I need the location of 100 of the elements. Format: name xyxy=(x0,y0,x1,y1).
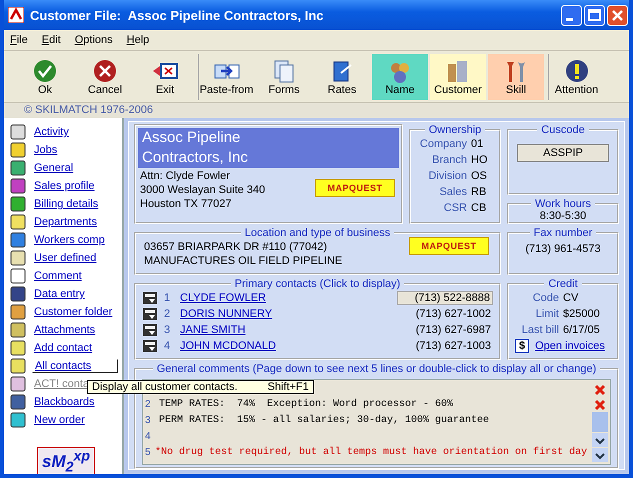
sidebar-link[interactable]: Departments xyxy=(32,216,99,228)
comment-line: *No drug test required, but all temps must have orientation on first day xyxy=(155,446,588,458)
menu-item[interactable]: Options xyxy=(74,34,113,46)
shortcut-text: Shift+F1 xyxy=(268,381,309,393)
field-label: Sales xyxy=(438,185,467,200)
sidebar-link[interactable]: Jobs xyxy=(32,144,60,156)
sidebar-icon xyxy=(10,412,26,428)
scroll-down-icon[interactable] xyxy=(592,432,608,447)
page-down-icon[interactable] xyxy=(592,448,608,462)
contact-card-icon[interactable] xyxy=(142,339,158,353)
sidebar-link[interactable]: Customer folder xyxy=(32,306,114,318)
comment-line: TEMP RATES: 74% Exception: Word processor - 60% xyxy=(159,398,454,410)
toolbar-button[interactable]: Cancel xyxy=(76,54,134,100)
toolbar-button[interactable]: Ok xyxy=(16,54,74,100)
line-number: 4 xyxy=(145,430,152,442)
sidebar-link[interactable]: Activity xyxy=(32,126,71,138)
toolbar-button[interactable]: Skill xyxy=(488,54,544,100)
copyright-text: © SKILMATCH 1976-2006 xyxy=(24,104,153,116)
maximize-button[interactable] xyxy=(584,4,605,26)
field-label: Last bill xyxy=(520,323,559,338)
toolbar-button[interactable]: Customer xyxy=(430,54,486,100)
contact-link[interactable]: CLYDE FOWLER xyxy=(180,292,391,304)
sidebar-link[interactable]: Add contact xyxy=(32,342,94,354)
panel-title: Ownership xyxy=(428,124,482,136)
sidebar-link[interactable]: Billing details xyxy=(32,198,100,210)
contact-number: 4 xyxy=(164,340,172,352)
contact-link[interactable]: JOHN MCDONALD xyxy=(180,340,393,352)
field-label: Division xyxy=(427,169,467,184)
menu-item[interactable]: File xyxy=(10,34,28,46)
sidebar-link[interactable]: New order xyxy=(32,414,87,426)
invoice-icon[interactable]: $ xyxy=(515,339,530,353)
field-value: OS xyxy=(471,169,488,184)
fax-value: (713) 961-4573 xyxy=(524,243,602,255)
contact-card-icon[interactable] xyxy=(142,323,158,337)
sidebar-link[interactable]: Blackboards xyxy=(32,396,97,408)
app-icon xyxy=(8,7,24,23)
line-number: 2 xyxy=(145,398,152,410)
sidebar-icon xyxy=(10,196,26,212)
line-number: 3 xyxy=(145,414,152,426)
sidebar-link[interactable]: Workers comp xyxy=(32,234,107,246)
panel-title: Primary contacts (Click to display) xyxy=(234,278,402,290)
address-line: Houston TX 77027 xyxy=(140,197,233,211)
window-title: Customer File: Assoc Pipeline Contractors, Inc xyxy=(30,8,325,22)
sidebar-icon xyxy=(10,340,26,356)
contact-link[interactable]: DORIS NUNNERY xyxy=(180,308,393,320)
toolbar-button[interactable]: Name xyxy=(372,54,428,100)
toolbar-button[interactable]: Paste-from xyxy=(198,54,254,100)
sidebar-icon xyxy=(10,286,26,302)
sidebar-link[interactable]: User defined xyxy=(32,252,98,264)
toolbar-button[interactable]: Exit xyxy=(136,54,194,100)
contact-number: 1 xyxy=(164,292,172,304)
panel-title: Cuscode xyxy=(540,124,586,136)
sidebar-link[interactable]: Comment xyxy=(32,270,84,282)
sidebar-icon xyxy=(10,250,26,266)
check-icon xyxy=(32,58,58,84)
panel-title: General comments (Page down to see next 5 lines or double-click to display all or change) xyxy=(156,363,598,375)
delete-icon[interactable] xyxy=(592,382,608,396)
contact-number: 3 xyxy=(164,324,172,336)
minimize-button[interactable] xyxy=(561,4,582,26)
sidebar-link[interactable]: General xyxy=(32,162,76,174)
close-button[interactable] xyxy=(607,4,628,26)
menu-item[interactable]: Edit xyxy=(42,34,61,46)
toolbar-button[interactable]: Rates xyxy=(314,54,370,100)
contact-card-icon[interactable] xyxy=(142,307,158,321)
sidebar-icon xyxy=(10,376,26,392)
contact-phone: (713) 627-1002 xyxy=(414,308,492,320)
contact-link[interactable]: JANE SMITH xyxy=(180,324,393,336)
exclamation-icon xyxy=(564,58,590,84)
delete-icon[interactable] xyxy=(592,397,608,412)
sidebar-icon xyxy=(10,268,26,284)
location-line: MANUFACTURES OIL FIELD PIPELINE xyxy=(144,254,342,268)
menu-item[interactable]: Help xyxy=(126,34,150,46)
field-value: 6/17/05 xyxy=(563,323,601,338)
company-name: Assoc Pipeline Contractors, Inc xyxy=(138,128,399,168)
sidebar-icon xyxy=(10,178,26,194)
sidebar-link[interactable]: All contacts xyxy=(32,359,118,373)
cancel-icon xyxy=(92,58,118,84)
comment-line: PERM RATES: 15% - all salaries; 30-day, 100% guarantee xyxy=(159,414,490,426)
scroll-thumb[interactable] xyxy=(592,412,608,432)
cuscode-field: ASSPIP xyxy=(517,144,609,162)
sidebar-link[interactable]: Sales profile xyxy=(32,180,97,192)
contact-card-icon[interactable] xyxy=(142,291,158,305)
mapquest-button[interactable]: MAPQUEST xyxy=(409,237,489,255)
field-label: Company xyxy=(418,137,467,152)
panel-title: Location and type of business xyxy=(244,227,392,239)
panel-title: Credit xyxy=(547,278,579,290)
sidebar-icon xyxy=(10,358,26,374)
field-value: CV xyxy=(563,291,580,306)
open-invoices-link[interactable]: Open invoices xyxy=(535,340,605,352)
contact-number: 2 xyxy=(164,308,172,320)
address-line: 3000 Weslayan Suite 340 xyxy=(140,183,266,197)
contact-phone: (713) 522-8888 xyxy=(397,291,493,305)
toolbar-button[interactable]: Forms xyxy=(256,54,312,100)
sidebar-icon xyxy=(10,142,26,158)
sidebar-link[interactable]: Data entry xyxy=(32,288,87,300)
toolbar-button[interactable]: Attention xyxy=(548,54,604,100)
sidebar-icon xyxy=(10,394,26,410)
sidebar-link[interactable]: Attachments xyxy=(32,324,98,336)
mapquest-button[interactable]: MAPQUEST xyxy=(315,179,395,197)
panel-title: Fax number xyxy=(532,227,594,239)
